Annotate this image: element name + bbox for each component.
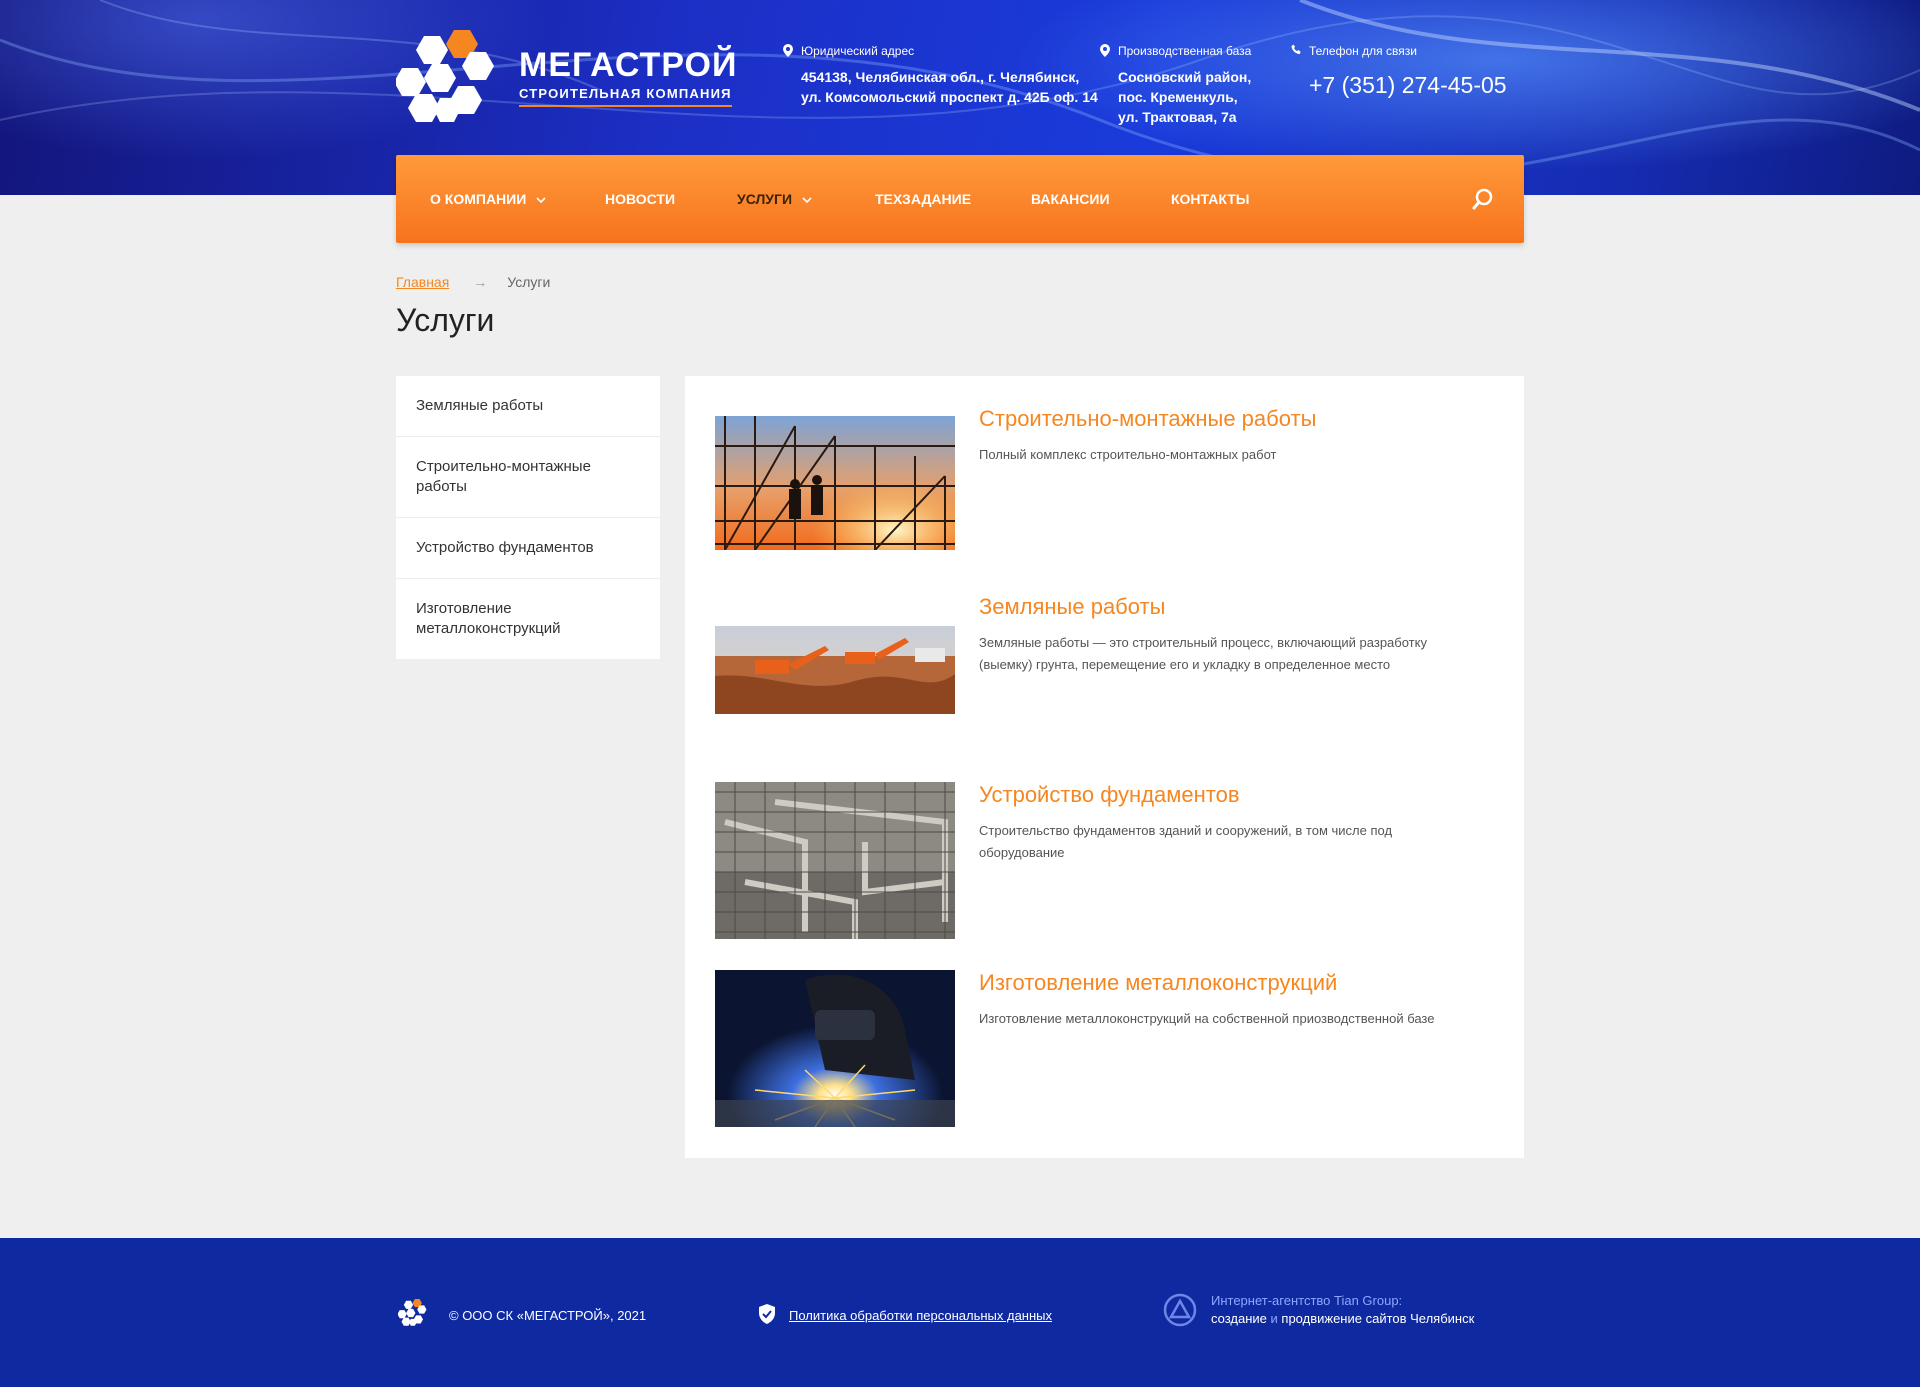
brand-tagline: СТРОИТЕЛЬНАЯ КОМПАНИЯ bbox=[519, 86, 732, 107]
sidebar-item-foundations[interactable]: Устройство фундаментов bbox=[396, 518, 660, 579]
agency-create-link[interactable]: создание bbox=[1211, 1311, 1267, 1326]
shield-check-icon bbox=[759, 1304, 775, 1324]
breadcrumb-home-link[interactable]: Главная bbox=[396, 274, 449, 290]
brand-name: МЕГАСТРОЙ bbox=[519, 46, 738, 84]
production-address-line: ул. Трактовая, 7а bbox=[1118, 109, 1237, 125]
service-card: Земляные работы Земляные работы — это ст… bbox=[715, 594, 1495, 754]
sidebar-item-metal[interactable]: Изготовление металлоконструкций bbox=[396, 579, 660, 659]
sidebar-item-earthworks[interactable]: Земляные работы bbox=[396, 376, 660, 437]
chevron-down-icon bbox=[536, 197, 546, 204]
logo[interactable]: МЕГАСТРОЙ СТРОИТЕЛЬНАЯ КОМПАНИЯ bbox=[396, 28, 736, 128]
breadcrumb-current: Услуги bbox=[507, 274, 551, 290]
sidebar-item-construction[interactable]: Строительно-монтажные работы bbox=[396, 437, 660, 518]
service-description: Строительство фундаментов зданий и соору… bbox=[979, 823, 1393, 860]
phone-label: Телефон для связи bbox=[1309, 44, 1417, 58]
service-title[interactable]: Устройство фундаментов bbox=[979, 782, 1240, 808]
nav-item-label: Контакты bbox=[1171, 191, 1250, 207]
footer-logo-icon[interactable] bbox=[398, 1298, 430, 1328]
production-address: Производственная база Сосновский район, … bbox=[1098, 44, 1251, 127]
chevron-down-icon bbox=[802, 197, 812, 204]
service-description: Земляные работы — это строительный проце… bbox=[979, 635, 1427, 672]
service-title[interactable]: Изготовление металлоконструкций bbox=[979, 970, 1337, 996]
nav-item-services[interactable]: Услуги bbox=[737, 155, 812, 243]
site-header: МЕГАСТРОЙ СТРОИТЕЛЬНАЯ КОМПАНИЯ Юридичес… bbox=[396, 28, 1524, 138]
search-icon[interactable] bbox=[1472, 188, 1494, 210]
production-address-line: пос. Кременкуль, bbox=[1118, 89, 1238, 105]
agency-name[interactable]: Интернет-агентство Tian Group: bbox=[1211, 1293, 1402, 1308]
production-address-label: Производственная база bbox=[1118, 44, 1252, 58]
location-pin-icon bbox=[783, 44, 793, 57]
breadcrumb-separator: → bbox=[473, 274, 488, 290]
phone-icon bbox=[1291, 44, 1301, 55]
service-card: Строительно-монтажные работы Полный комп… bbox=[715, 406, 1495, 550]
legal-address-line: ул. Комсомольский проспект д. 42Б оф. 14 bbox=[801, 89, 1098, 105]
service-description: Изготовление металлоконструкций на собст… bbox=[979, 1011, 1435, 1026]
nav-item-label: Вакансии bbox=[1031, 191, 1110, 207]
main-nav: О компании Новости Услуги Техзадание Вак… bbox=[396, 155, 1524, 243]
agency-services[interactable]: создание и продвижение сайтов Челябинск bbox=[1211, 1311, 1474, 1326]
privacy-policy-link[interactable]: Политика обработки персональных данных bbox=[789, 1308, 1052, 1323]
legal-address-line: 454138, Челябинская обл., г. Челябинск, bbox=[801, 69, 1080, 85]
agency-promote-link[interactable]: продвижение сайтов Челябинск bbox=[1281, 1311, 1474, 1326]
nav-item-about[interactable]: О компании bbox=[430, 155, 546, 243]
legal-address: Юридический адрес 454138, Челябинская об… bbox=[781, 44, 1098, 107]
nav-item-spec[interactable]: Техзадание bbox=[875, 155, 971, 243]
nav-item-vacancies[interactable]: Вакансии bbox=[1031, 155, 1110, 243]
tian-group-logo-icon[interactable] bbox=[1163, 1293, 1197, 1327]
contact-phone: Телефон для связи +7 (351) 274-45-05 bbox=[1289, 44, 1507, 99]
breadcrumb: Главная → Услуги bbox=[396, 274, 550, 290]
service-title[interactable]: Земляные работы bbox=[979, 594, 1165, 620]
service-card: Устройство фундаментов Строительство фун… bbox=[715, 782, 1495, 942]
service-image-foundations[interactable] bbox=[715, 782, 955, 939]
site-footer: © ООО СК «МЕГАСТРОЙ», 2021 Политика обра… bbox=[0, 1238, 1920, 1387]
phone-number[interactable]: +7 (351) 274-45-05 bbox=[1289, 72, 1507, 99]
footer-copyright: © ООО СК «МЕГАСТРОЙ», 2021 bbox=[449, 1308, 647, 1323]
nav-item-label: Новости bbox=[605, 191, 676, 207]
nav-item-label: Техзадание bbox=[875, 191, 972, 207]
service-card: Изготовление металлоконструкций Изготовл… bbox=[715, 970, 1495, 1130]
legal-address-label: Юридический адрес bbox=[801, 44, 915, 58]
production-address-line: Сосновский район, bbox=[1118, 69, 1252, 85]
nav-item-news[interactable]: Новости bbox=[605, 155, 675, 243]
service-description: Полный комплекс строительно-монтажных ра… bbox=[979, 447, 1277, 462]
services-list: Строительно-монтажные работы Полный комп… bbox=[685, 376, 1524, 1158]
logo-hexagons-icon bbox=[396, 30, 494, 122]
service-image-construction[interactable] bbox=[715, 416, 955, 550]
location-pin-icon bbox=[1100, 44, 1110, 57]
page-title: Услуги bbox=[396, 302, 495, 338]
nav-item-contacts[interactable]: Контакты bbox=[1171, 155, 1249, 243]
services-sidebar: Земляные работы Строительно-монтажные ра… bbox=[396, 376, 660, 659]
agency-and: и bbox=[1266, 1311, 1282, 1326]
service-image-welding[interactable] bbox=[715, 970, 955, 1127]
service-title[interactable]: Строительно-монтажные работы bbox=[979, 406, 1316, 432]
nav-item-label: Услуги bbox=[737, 191, 793, 207]
nav-item-label: О компании bbox=[430, 191, 527, 207]
service-image-earthworks[interactable] bbox=[715, 626, 955, 714]
